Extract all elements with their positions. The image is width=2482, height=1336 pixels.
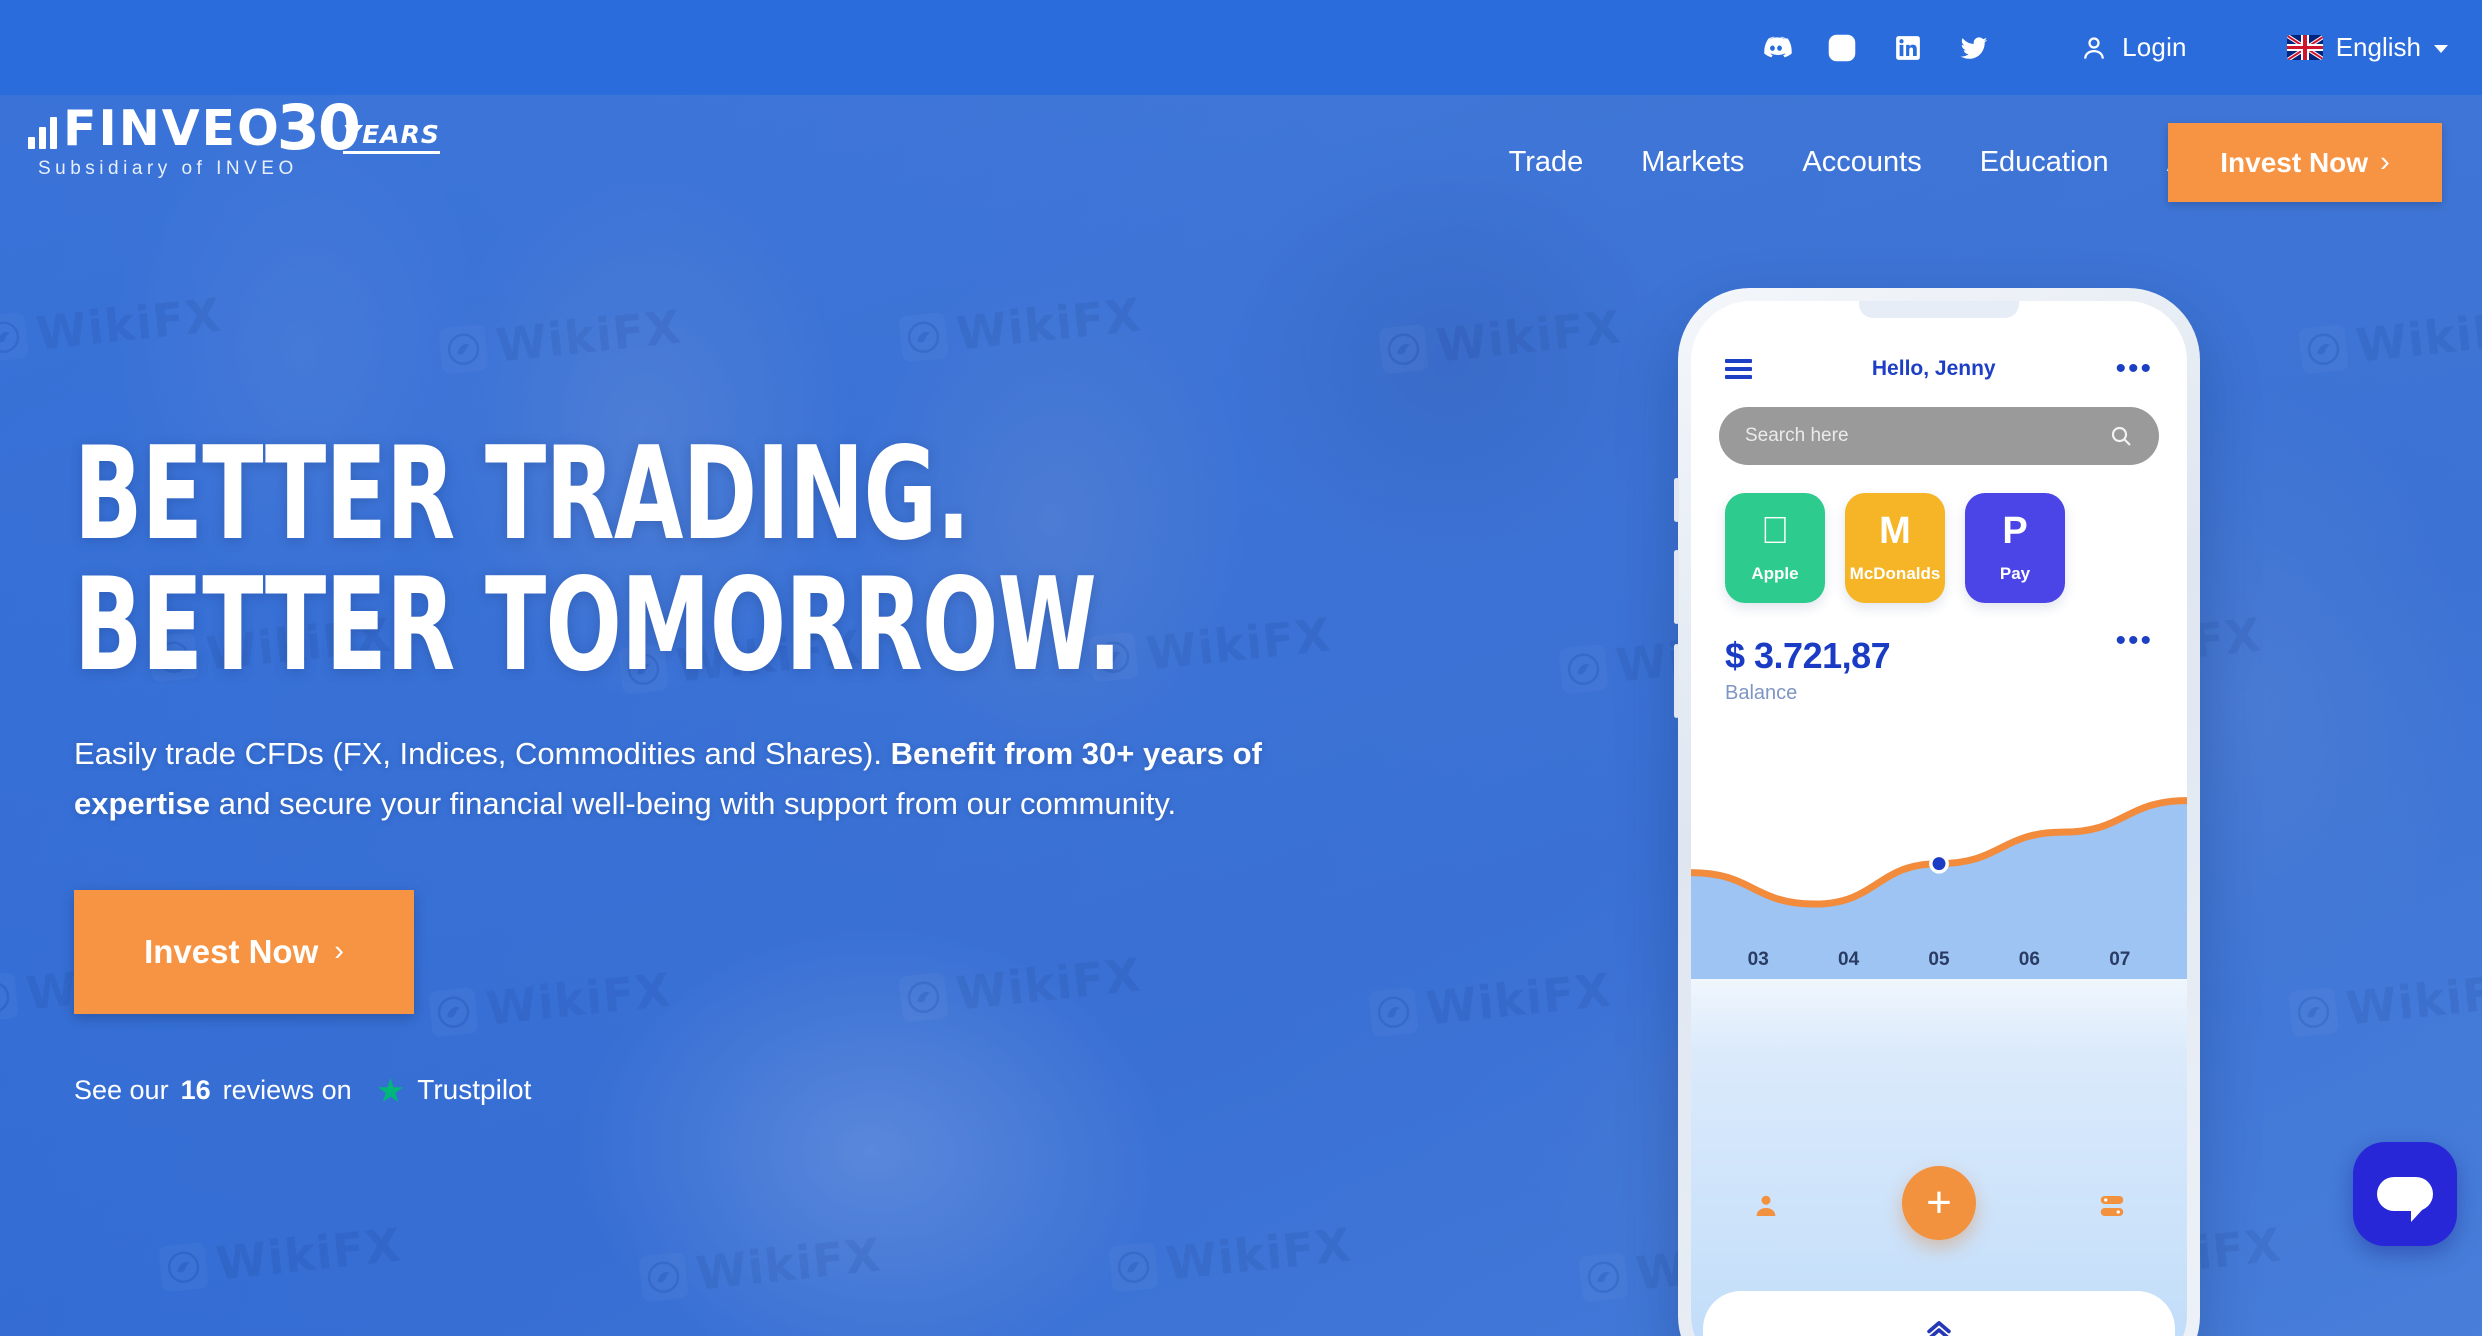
hero-content: BETTER TRADING. BETTER TOMORROW. Easily … [74, 420, 1474, 1107]
brand-cards:  Apple M McDonalds P Pay [1691, 465, 2187, 603]
phone-notch [1859, 301, 2019, 318]
logo-subtitle: Subsidiary of INVEO [38, 157, 298, 179]
brand-card-label: McDonalds [1849, 564, 1941, 583]
app-greeting: Hello, Jenny [1871, 357, 1996, 380]
chart-marker [1932, 857, 1946, 871]
trustpilot-star-icon: ★ [375, 1071, 406, 1109]
login-label: Login [2122, 32, 2187, 62]
brand-card-label: Apple [1751, 564, 1798, 584]
logo-name: FINVEO [63, 100, 281, 158]
discord-icon[interactable] [1759, 31, 1793, 65]
header-invest-now-button[interactable]: Invest Now › [2168, 123, 2442, 202]
cards-icon[interactable] [2097, 1191, 2127, 1226]
chat-bubble-icon [2377, 1177, 2433, 1222]
logo-years: YEARS [343, 119, 440, 154]
chevron-double-up-icon [1927, 1321, 1951, 1336]
twitter-icon[interactable] [1957, 31, 1991, 65]
trust-middle: reviews on [222, 1074, 352, 1105]
hero-paragraph: Easily trade CFDs (FX, Indices, Commodit… [74, 729, 1319, 829]
nav-item-markets[interactable]: Markets [1641, 146, 1744, 179]
chevron-right-icon: › [2380, 146, 2390, 178]
phone-side-button [1674, 478, 1679, 522]
chevron-right-icon: › [334, 935, 344, 968]
phone-volume-up-button [1674, 550, 1679, 624]
app-search-placeholder: Search here [1745, 425, 1849, 446]
header-invest-now-label: Invest Now [2220, 146, 2369, 178]
chat-widget-button[interactable] [2353, 1142, 2457, 1246]
linkedin-icon[interactable] [1891, 31, 1925, 65]
mcdonalds-icon: M [1879, 510, 1911, 552]
phone-screen: Hello, Jenny ••• Search here  Apple M M… [1691, 301, 2187, 1336]
instagram-icon[interactable] [1825, 31, 1859, 65]
pay-icon: P [2002, 510, 2028, 552]
brand-card-pay[interactable]: P Pay [1965, 493, 2065, 603]
hamburger-menu-icon[interactable] [1725, 359, 1752, 379]
hero-invest-now-label: Invest Now [144, 932, 319, 970]
brand-card-mcdonalds[interactable]: M McDonalds [1845, 493, 1945, 603]
hero-paragraph-part2: and secure your financial well-being wit… [210, 786, 1177, 822]
balance-more-icon[interactable]: ••• [2115, 626, 2153, 656]
more-options-icon[interactable]: ••• [2115, 354, 2153, 384]
language-selector[interactable]: English [2286, 32, 2448, 63]
chart-x-label: 04 [1838, 949, 1860, 970]
trust-count: 16 [180, 1074, 211, 1105]
nav-item-accounts[interactable]: Accounts [1802, 146, 1921, 179]
app-bottom-nav: + [1691, 1153, 2187, 1263]
search-icon [2111, 426, 2131, 446]
nav-item-trade[interactable]: Trade [1509, 146, 1584, 179]
balance-area-chart [1691, 797, 2187, 979]
brand-card-label: Pay [1999, 564, 2031, 583]
chart-x-label: 06 [2018, 949, 2040, 970]
chart-x-label: 07 [2109, 949, 2131, 970]
hero-headline-line1: BETTER TRADING. [74, 420, 971, 569]
hero-invest-now-button[interactable]: Invest Now › [74, 889, 414, 1014]
chart-x-axis-labels: 03 04 05 06 07 [1691, 949, 2187, 971]
bottom-sheet-handle[interactable] [1703, 1291, 2175, 1336]
app-search-input[interactable]: Search here [1719, 407, 2159, 465]
trustpilot-brand: Trustpilot [417, 1074, 532, 1106]
trustpilot-reviews[interactable]: See our 16 reviews on ★ Trustpilot [74, 1074, 1474, 1107]
language-label: English [2335, 32, 2421, 62]
balance-chart [1691, 689, 2187, 979]
social-links [1759, 31, 1991, 65]
hero-headline-line2: BETTER TOMORROW. [74, 550, 1122, 700]
user-icon [2084, 36, 2104, 59]
uk-flag-icon [2286, 35, 2323, 60]
add-button[interactable]: + [1901, 1166, 1976, 1240]
hero-paragraph-part1: Easily trade CFDs (FX, Indices, Commodit… [74, 736, 891, 772]
chevron-down-icon [2434, 45, 2448, 53]
phone-mockup: Hello, Jenny ••• Search here  Apple M M… [1674, 288, 2200, 1336]
top-bar: Login English [0, 0, 2482, 95]
login-button[interactable]: Login [2079, 32, 2187, 63]
site-header: FINVEO 30 YEARS Subsidiary of INVEO Trad… [0, 95, 2482, 230]
brand-card-apple[interactable]:  Apple [1725, 493, 1825, 603]
logo[interactable]: FINVEO 30 YEARS Subsidiary of INVEO [28, 97, 440, 180]
phone-volume-down-button [1674, 644, 1679, 718]
trust-prefix: See our [74, 1074, 169, 1105]
profile-icon[interactable] [1751, 1191, 1781, 1226]
nav-item-education[interactable]: Education [1980, 146, 2109, 179]
bars-icon [28, 116, 57, 149]
balance-amount: $ 3.721,87 [1725, 635, 1891, 676]
chart-x-label: 03 [1747, 949, 1769, 970]
chart-x-label: 05 [1928, 949, 1950, 970]
apple-icon:  [1761, 512, 1790, 550]
